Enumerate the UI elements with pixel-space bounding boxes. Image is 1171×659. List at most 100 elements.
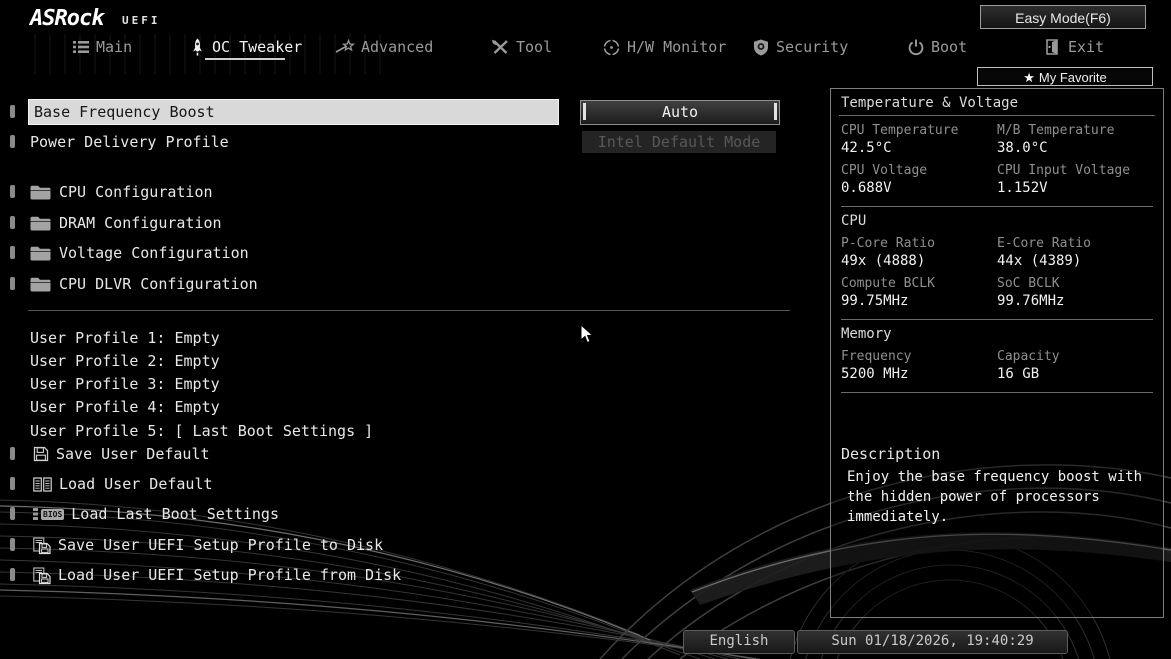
action-label: Load User UEFI Setup Profile from Disk	[58, 566, 402, 584]
folder-icon	[30, 216, 51, 230]
folder-icon	[30, 185, 51, 199]
row-marker	[10, 277, 15, 290]
action-load-last-boot-settings[interactable]: BIOS Load Last Boot Settings	[33, 503, 279, 525]
action-save-uefi-profile-to-disk[interactable]: Save User UEFI Setup Profile to Disk	[33, 534, 383, 556]
row-marker	[10, 185, 15, 198]
menu-cpu-configuration[interactable]: CPU Configuration	[30, 181, 213, 203]
action-save-user-default[interactable]: Save User Default	[33, 443, 210, 465]
action-label: Save User UEFI Setup Profile to Disk	[58, 536, 384, 554]
folder-icon	[30, 246, 51, 260]
power-icon	[908, 39, 924, 55]
panel-divider	[841, 392, 1153, 393]
row-marker	[10, 507, 15, 520]
menu-dram-configuration[interactable]: DRAM Configuration	[30, 212, 222, 234]
tab-label: Advanced	[361, 38, 434, 56]
row-marker	[10, 246, 15, 259]
tab-label: Boot	[931, 38, 968, 56]
description-title: Description	[841, 445, 941, 463]
rocket-icon	[193, 38, 202, 56]
tab-exit[interactable]: Exit	[1046, 36, 1104, 58]
setting-power-delivery-profile[interactable]: Power Delivery Profile	[30, 131, 229, 153]
cpu-grid: P-Core Ratio 49x (4888) E-Core Ratio 44x…	[839, 235, 1155, 315]
sensor-mb-temperature: M/B Temperature 38.0°C	[997, 123, 1115, 156]
menu-label: CPU Configuration	[59, 183, 213, 201]
menu-cpu-dlvr-configuration[interactable]: CPU DLVR Configuration	[30, 273, 258, 295]
base-frequency-boost-select[interactable]: Auto	[580, 100, 780, 125]
sensor-cpu-voltage: CPU Voltage 0.688V	[841, 163, 928, 196]
row-marker	[10, 447, 15, 460]
datetime-display[interactable]: Sun 01/18/2026, 19:40:29	[797, 630, 1068, 654]
book-icon	[33, 476, 52, 492]
row-marker	[10, 477, 15, 490]
tab-tool[interactable]: Tool	[492, 36, 552, 58]
tab-label: H/W Monitor	[627, 38, 727, 56]
hardware-monitor-panel: Temperature & Voltage CPU Temperature 42…	[830, 88, 1164, 618]
sensor-cpu-temperature: CPU Temperature 42.5°C	[841, 123, 959, 156]
sensor-ecore-ratio: E-Core Ratio 44x (4389)	[997, 236, 1091, 269]
tab-label: Security	[776, 38, 849, 56]
sensor-memory-capacity: Capacity 16 GB	[997, 349, 1060, 382]
user-profile-1[interactable]: User Profile 1: Empty	[30, 327, 220, 349]
cpu-section-title: CPU	[841, 213, 867, 229]
description-text: Enjoy the base frequency boost with the …	[847, 469, 1143, 525]
panel-title: Temperature & Voltage	[839, 93, 1155, 116]
list-icon	[73, 41, 89, 53]
uefi-logo-text: UEFI	[122, 14, 161, 27]
user-profile-5[interactable]: User Profile 5: [ Last Boot Settings ]	[30, 420, 373, 442]
disk-load-icon	[33, 566, 51, 584]
sensor-soc-bclk: SoC BCLK 99.76MHz	[997, 276, 1065, 309]
mouse-cursor	[580, 323, 594, 344]
tab-boot[interactable]: Boot	[908, 36, 967, 58]
action-label: Save User Default	[56, 445, 210, 463]
tab-label: Exit	[1068, 38, 1105, 56]
tab-label: OC Tweaker	[212, 38, 303, 56]
sensor-memory-frequency: Frequency 5200 MHz	[841, 349, 912, 382]
menu-voltage-configuration[interactable]: Voltage Configuration	[30, 242, 249, 264]
wand-star-icon	[335, 38, 356, 53]
sensor-cpu-input-voltage: CPU Input Voltage 1.152V	[997, 163, 1131, 196]
my-favorite-button[interactable]: ★ My Favorite	[977, 67, 1153, 86]
row-marker	[10, 105, 15, 118]
asrock-logo: ASRock	[30, 6, 104, 31]
shield-icon	[754, 39, 768, 55]
active-tab-underline	[205, 58, 285, 60]
tab-oc-tweaker[interactable]: OC Tweaker	[190, 36, 302, 58]
temp-voltage-grid: CPU Temperature 42.5°C M/B Temperature 3…	[839, 122, 1155, 202]
row-marker	[10, 568, 15, 581]
setting-base-frequency-boost[interactable]: Base Frequency Boost	[28, 99, 559, 125]
bios-chip-icon: BIOS	[33, 508, 65, 520]
action-load-user-default[interactable]: Load User Default	[33, 473, 213, 495]
row-marker	[10, 216, 15, 229]
floppy-icon	[33, 446, 49, 462]
tab-security[interactable]: Security	[753, 36, 848, 58]
sensor-pcore-ratio: P-Core Ratio 49x (4888)	[841, 236, 935, 269]
action-label: Load Last Boot Settings	[71, 505, 279, 523]
easy-mode-button[interactable]: Easy Mode(F6)	[980, 5, 1146, 29]
tab-main[interactable]: Main	[73, 36, 132, 58]
user-profile-3[interactable]: User Profile 3: Empty	[30, 373, 220, 395]
my-favorite-label: My Favorite	[1038, 70, 1107, 85]
user-profile-2[interactable]: User Profile 2: Empty	[30, 350, 220, 372]
folder-icon	[30, 277, 51, 291]
disk-save-icon	[33, 536, 51, 554]
action-load-uefi-profile-from-disk[interactable]: Load User UEFI Setup Profile from Disk	[33, 564, 401, 586]
row-marker	[10, 538, 15, 551]
user-profile-4[interactable]: User Profile 4: Empty	[30, 396, 220, 418]
setting-label: Power Delivery Profile	[30, 133, 229, 151]
panel-divider	[841, 206, 1153, 207]
sensor-compute-bclk: Compute BCLK 99.75MHz	[841, 276, 935, 309]
menu-label: Voltage Configuration	[59, 244, 249, 262]
action-label: Load User Default	[59, 475, 213, 493]
row-marker	[10, 135, 15, 148]
tools-icon	[492, 39, 508, 54]
tab-hw-monitor[interactable]: H/W Monitor	[603, 36, 726, 58]
language-selector[interactable]: English	[683, 630, 795, 654]
exit-door-icon	[1046, 39, 1058, 55]
power-delivery-profile-value-disabled: Intel Default Mode	[582, 131, 776, 153]
tab-advanced[interactable]: Advanced	[335, 36, 434, 58]
uefi-screen: ASRock UEFI Easy Mode(F6) Main OC Tweake…	[0, 0, 1171, 659]
section-divider	[28, 310, 790, 311]
memory-grid: Frequency 5200 MHz Capacity 16 GB	[839, 348, 1155, 388]
tab-label: Tool	[516, 38, 553, 56]
star-icon: ★	[1023, 70, 1035, 85]
